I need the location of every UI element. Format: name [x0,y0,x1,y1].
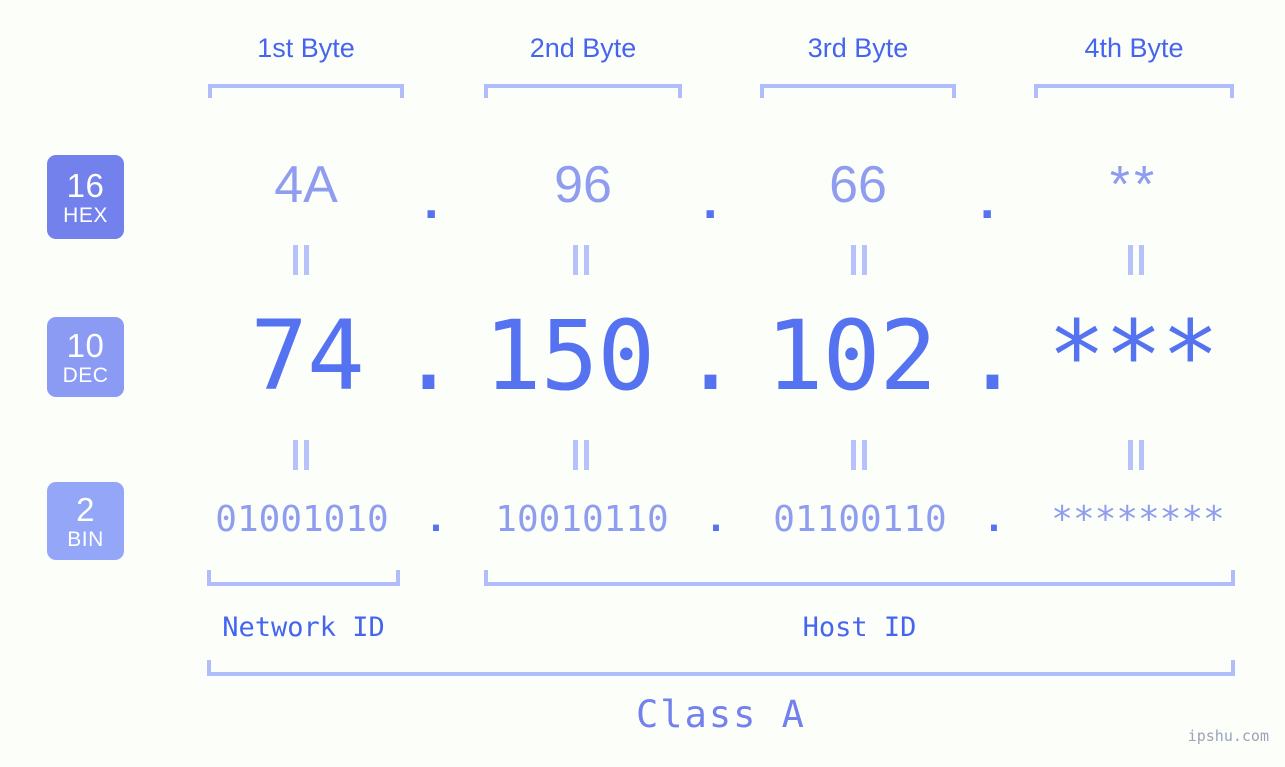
byte-bracket-2 [484,84,682,98]
hex-separator-1: . [424,172,439,230]
equals-separator-decbin-1 [290,440,312,470]
watermark: ipshu.com [1187,727,1269,745]
bin-row: 01001010 . 10010110 . 01100110 . *******… [0,490,1285,550]
hex-byte-4: ** [1109,156,1159,214]
base-badge-hex: 16 HEX [47,155,124,239]
class-label: Class A [636,693,806,736]
bin-separator-2: . [705,499,727,540]
base-badge-hex-number: 16 [66,166,105,204]
bin-byte-1: 01001010 [215,499,389,540]
byte-header-4: 4th Byte [1084,33,1184,63]
dec-row: 74 . 150 . 102 . *** [0,296,1285,416]
network-id-bracket [207,570,400,586]
bin-byte-4: ******** [1051,499,1225,540]
equals-separator-decbin-3 [848,440,870,470]
equals-separator-decbin-4 [1125,440,1147,470]
bin-separator-1: . [425,499,447,540]
byte-header-1: 1st Byte [257,33,355,63]
equals-separator-hexdec-4 [1125,245,1147,275]
base-badge-hex-abbr: HEX [63,203,108,227]
hex-byte-2: 96 [554,156,612,214]
dec-byte-2: 150 [483,300,655,412]
dec-separator-2: . [681,300,740,412]
bin-byte-2: 10010110 [495,499,669,540]
hex-separator-2: . [703,172,718,230]
equals-separator-decbin-2 [570,440,592,470]
dec-byte-3: 102 [765,300,937,412]
host-id-label: Host ID [802,612,917,643]
bin-separator-3: . [983,499,1005,540]
host-id-bracket [484,570,1235,586]
byte-bracket-3 [760,84,956,98]
ip-breakdown-diagram: 1st Byte 2nd Byte 3rd Byte 4th Byte 16 H… [0,0,1285,767]
hex-separator-3: . [980,172,995,230]
equals-separator-hexdec-1 [290,245,312,275]
equals-separator-hexdec-3 [848,245,870,275]
byte-bracket-4 [1034,84,1234,98]
dec-separator-1: . [399,300,458,412]
dec-byte-4: *** [1047,300,1219,412]
dec-separator-3: . [963,300,1022,412]
hex-byte-1: 4A [274,156,338,214]
bin-byte-3: 01100110 [773,499,947,540]
dec-byte-1: 74 [250,300,365,412]
byte-header-3: 3rd Byte [807,33,909,63]
network-id-label: Network ID [222,612,385,643]
byte-bracket-1 [208,84,404,98]
hex-byte-3: 66 [829,156,887,214]
equals-separator-hexdec-2 [570,245,592,275]
class-bracket [207,660,1235,676]
byte-header-2: 2nd Byte [529,33,637,63]
